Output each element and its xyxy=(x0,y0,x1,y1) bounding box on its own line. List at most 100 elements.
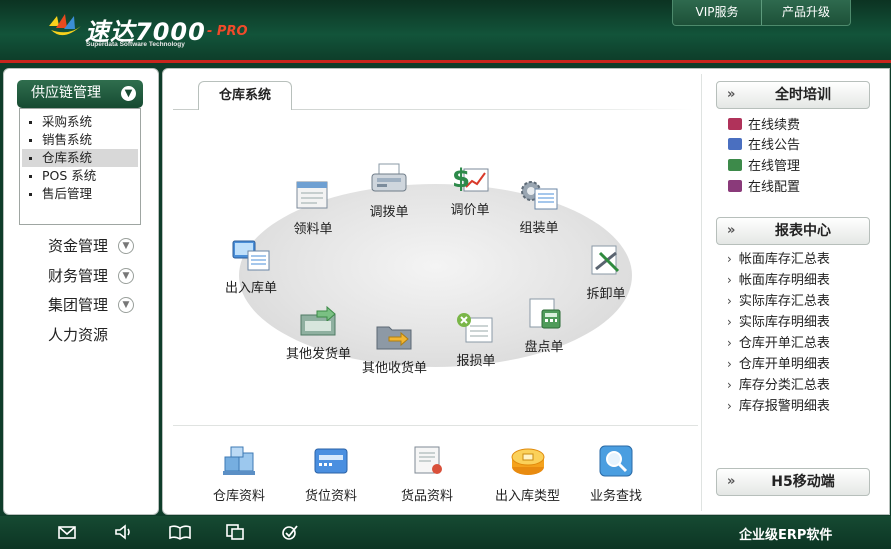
workflow-other-receipt[interactable]: 其他收货单 xyxy=(362,319,427,376)
logo-subtitle: Superdata Software Technology xyxy=(86,41,185,48)
nav-category-label: 人力资源 xyxy=(48,326,109,344)
training-title: 全时培训 xyxy=(775,87,831,103)
workflow-inventory-count[interactable]: 盘点单 xyxy=(524,298,564,355)
tool-label: 货位资料 xyxy=(305,489,358,504)
logo-mark-icon xyxy=(49,14,81,36)
training-item-manage[interactable]: 在线管理 xyxy=(728,157,800,177)
footer-bar: 企业级ERP软件 xyxy=(0,516,891,549)
training-item-label: 在线续费 xyxy=(748,118,801,133)
report-link[interactable]: › 实际库存汇总表 xyxy=(727,291,830,312)
chevron-right-icon: › xyxy=(727,336,732,350)
report-link[interactable]: › 仓库开单汇总表 xyxy=(727,333,830,354)
gear-document-icon xyxy=(521,181,558,210)
report-label: 仓库开单汇总表 xyxy=(738,336,830,351)
copy-icon[interactable] xyxy=(226,524,244,540)
chevron-down-icon: ▼ xyxy=(118,297,134,313)
workflow-label: 调价单 xyxy=(450,203,490,218)
tool-business-search[interactable]: 业务查找 xyxy=(590,445,642,504)
workflow-label: 组装单 xyxy=(519,221,559,236)
training-item-label: 在线公告 xyxy=(748,138,801,153)
main-panel: 仓库系统 出入库单 领料单 调拨单 $ 调价单 组装单 拆卸单 盘点单 报损单 … xyxy=(162,68,890,515)
report-link[interactable]: › 仓库开单明细表 xyxy=(727,354,830,375)
workflow-stock-in-out[interactable]: 出入库单 xyxy=(225,239,277,296)
product-upgrade-link[interactable]: 产品升级 xyxy=(761,0,850,25)
tool-stock-type[interactable]: 出入库类型 xyxy=(495,445,560,504)
calculator-document-icon xyxy=(529,298,561,329)
left-nav-panel: 供应链管理 ▼ 采购系统 销售系统 仓库系统 POS 系统 售后管理 资金管理 … xyxy=(3,68,159,515)
submenu-item-pos[interactable]: POS 系统 xyxy=(22,167,138,185)
report-link[interactable]: › 实际库存明细表 xyxy=(727,312,830,333)
training-item-config[interactable]: 在线配置 xyxy=(728,178,800,198)
search-icon xyxy=(599,445,633,477)
workflow-label: 调拨单 xyxy=(369,205,409,220)
logo-suffix: - PRO xyxy=(207,24,248,39)
workflow-label: 领料单 xyxy=(293,222,333,237)
training-item-label: 在线配置 xyxy=(748,180,801,195)
tool-goods-data[interactable]: 货品资料 xyxy=(401,445,453,504)
remove-document-icon xyxy=(457,313,493,343)
nav-category-funds[interactable]: 资金管理 ▼ xyxy=(48,235,148,257)
book-icon xyxy=(728,180,742,192)
top-links: VIP服务 产品升级 xyxy=(672,0,851,26)
tool-label: 货品资料 xyxy=(401,489,454,504)
mobile-header[interactable]: » H5移动端 xyxy=(716,468,870,496)
report-link[interactable]: › 库存报警明细表 xyxy=(727,396,830,417)
book-icon[interactable] xyxy=(169,524,191,540)
chevron-down-icon: ▼ xyxy=(118,238,134,254)
workflow-label: 其他收货单 xyxy=(362,361,428,376)
workflow-transfer[interactable]: 调拨单 xyxy=(369,163,409,220)
nav-category-group[interactable]: 集团管理 ▼ xyxy=(48,294,148,316)
workflow-price-adjust[interactable]: $ 调价单 xyxy=(450,161,490,218)
fax-machine-icon xyxy=(371,163,407,192)
workflow-other-shipment[interactable]: 其他发货单 xyxy=(286,305,351,362)
submenu-item-purchase[interactable]: 采购系统 xyxy=(22,113,138,131)
nav-category-supply-chain[interactable]: 供应链管理 ▼ xyxy=(17,80,143,108)
column-divider xyxy=(701,74,702,511)
workflow-damage-report[interactable]: 报损单 xyxy=(456,312,496,369)
nav-category-label: 集团管理 xyxy=(48,296,109,314)
card-icon xyxy=(314,448,348,474)
training-item-renew[interactable]: 在线续费 xyxy=(728,116,800,136)
training-item-label: 在线管理 xyxy=(748,159,801,174)
submenu-item-sales[interactable]: 销售系统 xyxy=(22,131,138,149)
book-icon xyxy=(728,159,742,171)
report-link[interactable]: › 帐面库存汇总表 xyxy=(727,249,830,270)
workflow-label: 其他发货单 xyxy=(286,347,352,362)
submenu-item-warehouse[interactable]: 仓库系统 xyxy=(22,149,138,167)
tab-warehouse-system[interactable]: 仓库系统 xyxy=(198,81,292,110)
tool-warehouse-data[interactable]: 仓库资料 xyxy=(213,445,265,504)
training-header[interactable]: » 全时培训 xyxy=(716,81,870,109)
mail-icon[interactable] xyxy=(58,524,76,540)
reports-title: 报表中心 xyxy=(775,223,831,239)
nav-category-finance[interactable]: 财务管理 ▼ xyxy=(48,265,148,287)
monitor-list-icon xyxy=(232,240,270,271)
speaker-icon[interactable] xyxy=(114,524,132,540)
report-link[interactable]: › 库存分类汇总表 xyxy=(727,375,830,396)
tool-location-data[interactable]: 货位资料 xyxy=(305,445,357,504)
submenu-item-after-sales[interactable]: 售后管理 xyxy=(22,185,138,203)
report-label: 帐面库存汇总表 xyxy=(738,252,830,267)
report-link[interactable]: › 帐面库存明细表 xyxy=(727,270,830,291)
report-label: 帐面库存明细表 xyxy=(738,273,830,288)
logo: 速达7000 - PRO Superdata Software Technolo… xyxy=(47,10,277,54)
book-icon xyxy=(728,138,742,150)
report-label: 实际库存汇总表 xyxy=(738,294,830,309)
training-item-notice[interactable]: 在线公告 xyxy=(728,136,800,156)
chevron-right-icon: › xyxy=(727,399,732,413)
reports-header[interactable]: » 报表中心 xyxy=(716,217,870,245)
mobile-title: H5移动端 xyxy=(771,474,835,490)
workflow-label: 出入库单 xyxy=(225,281,278,296)
workflow-material-requisition[interactable]: 领料单 xyxy=(293,180,333,237)
submenu-box: 采购系统 销售系统 仓库系统 POS 系统 售后管理 xyxy=(19,108,141,225)
tools-document-icon xyxy=(591,245,620,275)
book-icon xyxy=(728,118,742,130)
report-label: 库存报警明细表 xyxy=(738,399,830,414)
vip-service-link[interactable]: VIP服务 xyxy=(673,0,761,25)
workflow-disassembly[interactable]: 拆卸单 xyxy=(586,245,626,302)
footer-product-text: 企业级ERP软件 xyxy=(739,528,833,543)
report-label: 实际库存明细表 xyxy=(738,315,830,330)
nav-category-hr[interactable]: 人力资源 xyxy=(48,324,148,346)
chevron-down-icon: ▼ xyxy=(121,86,136,101)
workflow-assembly[interactable]: 组装单 xyxy=(519,179,559,236)
check-icon[interactable] xyxy=(281,524,299,540)
